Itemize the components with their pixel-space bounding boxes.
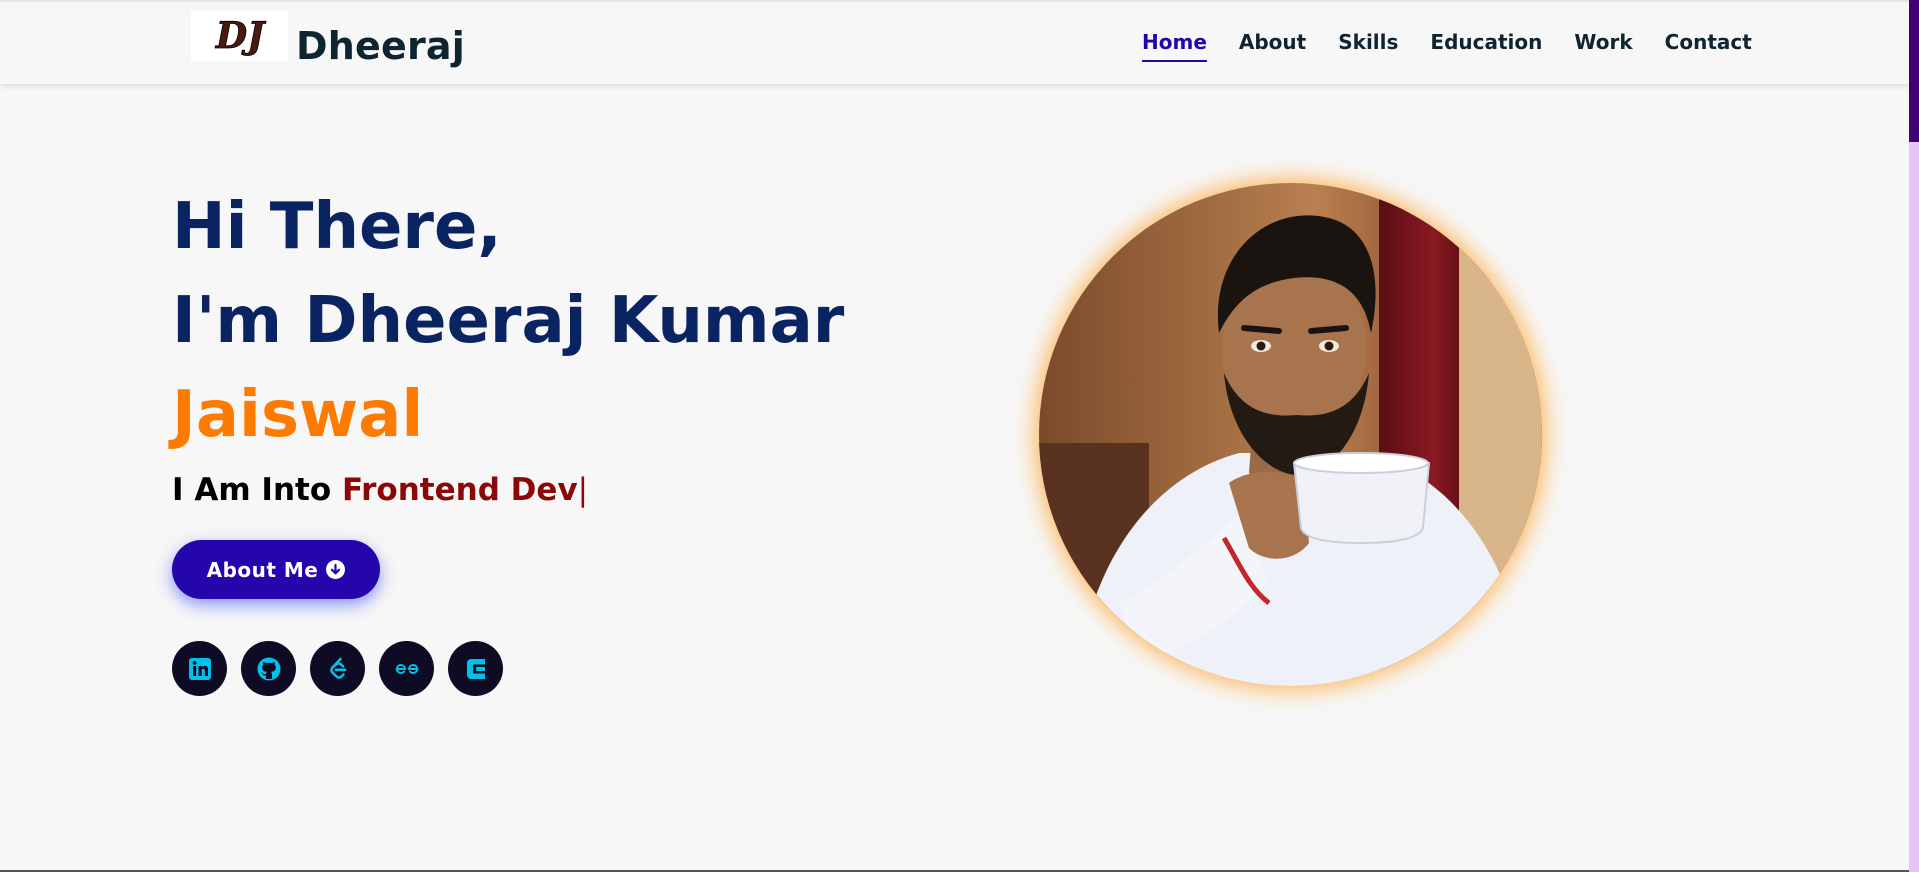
- main-nav: Home About Skills Education Work Contact: [1142, 30, 1784, 62]
- linkedin-link[interactable]: [172, 641, 227, 696]
- codechef-icon: [466, 658, 485, 679]
- typing-caret: |: [577, 472, 589, 508]
- about-me-button[interactable]: About Me: [172, 540, 380, 599]
- typed-prefix: I Am Into: [172, 472, 342, 508]
- profile-photo: [1039, 183, 1542, 686]
- leetcode-link[interactable]: [310, 641, 365, 696]
- about-me-label: About Me: [206, 557, 319, 582]
- typed-role: Frontend Dev: [341, 472, 578, 508]
- codechef-link[interactable]: [448, 641, 503, 696]
- nav-education[interactable]: Education: [1430, 30, 1542, 62]
- geeksforgeeks-link[interactable]: [379, 641, 434, 696]
- nav-home[interactable]: Home: [1142, 30, 1207, 62]
- social-links: [172, 641, 503, 696]
- typed-role-line: I Am Into Frontend Dev|: [172, 472, 588, 508]
- linkedin-icon: [188, 657, 211, 680]
- scrollbar-thumb[interactable]: [1909, 0, 1919, 142]
- nav-contact[interactable]: Contact: [1665, 30, 1752, 62]
- leetcode-icon: [329, 657, 346, 679]
- arrow-circle-down-icon: [326, 560, 346, 579]
- logo-mark: DJ: [214, 15, 266, 58]
- nav-work[interactable]: Work: [1574, 30, 1632, 62]
- logo[interactable]: DJ: [191, 11, 288, 61]
- geeksforgeeks-icon: [395, 663, 418, 674]
- nav-about[interactable]: About: [1239, 30, 1306, 62]
- github-icon: [257, 657, 280, 680]
- site-header: DJ Dheeraj Home About Skills Education W…: [0, 0, 1909, 84]
- svg-text:DJ: DJ: [214, 15, 265, 57]
- hero-line-surname: Jaiswal: [172, 378, 424, 452]
- brand-name[interactable]: Dheeraj: [296, 24, 465, 68]
- nav-skills[interactable]: Skills: [1338, 30, 1398, 62]
- hero-line-name: I'm Dheeraj Kumar: [172, 284, 845, 358]
- hero-line-greeting: Hi There,: [172, 190, 502, 264]
- profile-illustration: [1039, 183, 1542, 686]
- github-link[interactable]: [241, 641, 296, 696]
- hero-heading: Hi There, I'm Dheeraj Kumar Jaiswal: [172, 180, 844, 462]
